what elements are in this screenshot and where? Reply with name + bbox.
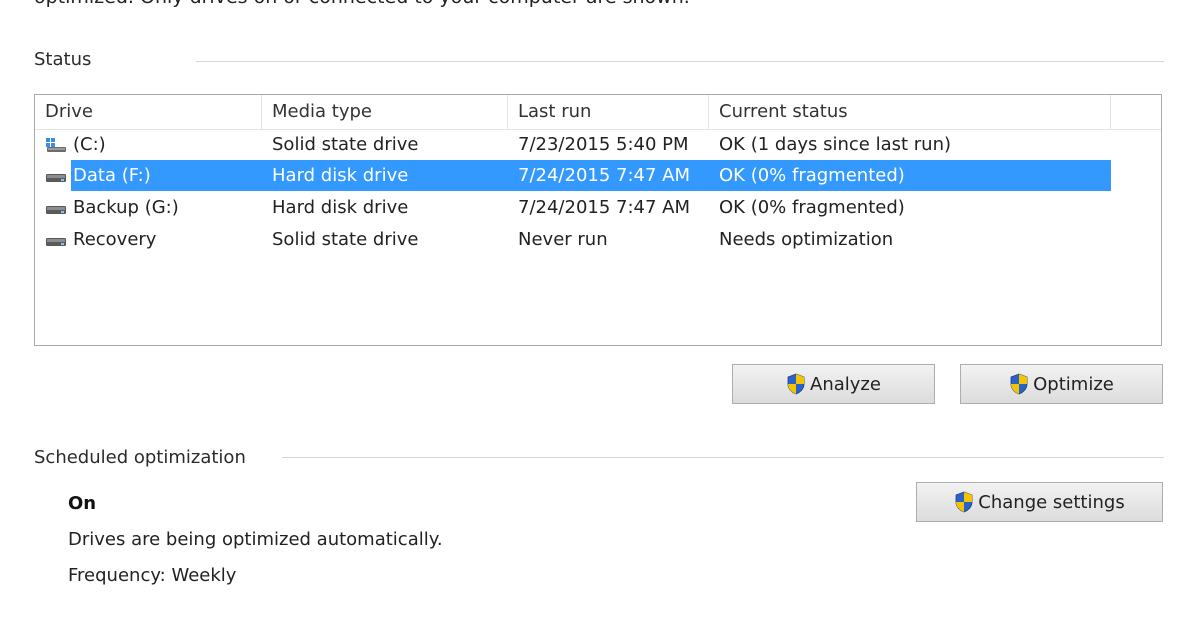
drive-name: Data (F:): [73, 165, 151, 186]
hard-drive-icon: [46, 238, 66, 246]
current-status: OK (1 days since last run): [719, 134, 952, 155]
table-row[interactable]: (C:) Solid state drive 7/23/2015 5:40 PM…: [35, 129, 1111, 160]
column-header-media-type[interactable]: Media type: [262, 95, 508, 129]
analyze-button[interactable]: Analyze: [732, 364, 935, 404]
current-status: OK (0% fragmented): [719, 165, 905, 186]
column-header-drive[interactable]: Drive: [35, 95, 262, 129]
current-status: Needs optimization: [719, 229, 894, 250]
column-header-current-status[interactable]: Current status: [709, 95, 1111, 129]
optimize-button[interactable]: Optimize: [960, 364, 1163, 404]
status-section-divider: [196, 61, 1164, 62]
column-header-last-run[interactable]: Last run: [508, 95, 709, 129]
windows-drive-icon: [46, 138, 66, 152]
last-run: 7/23/2015 5:40 PM: [518, 134, 689, 155]
hard-drive-icon: [46, 206, 66, 214]
media-type: Solid state drive: [272, 229, 419, 250]
analyze-button-label: Analyze: [810, 373, 881, 395]
scheduled-section-divider: [282, 457, 1164, 458]
table-row[interactable]: Recovery Solid state drive Never run Nee…: [35, 224, 1111, 255]
column-header-filler: [1111, 95, 1161, 129]
media-type: Hard disk drive: [272, 165, 409, 186]
table-row[interactable]: Backup (G:) Hard disk drive 7/24/2015 7:…: [35, 192, 1111, 223]
schedule-description: Drives are being optimized automatically…: [68, 529, 443, 550]
last-run: 7/24/2015 7:47 AM: [518, 197, 691, 218]
uac-shield-icon: [1010, 373, 1028, 395]
media-type: Solid state drive: [272, 134, 419, 155]
schedule-state: On: [68, 493, 97, 514]
uac-shield-icon: [787, 373, 805, 395]
uac-shield-icon: [955, 491, 973, 513]
status-section-label: Status: [34, 49, 92, 70]
hard-drive-icon: [46, 174, 66, 182]
table-row[interactable]: Data (F:) Hard disk drive 7/24/2015 7:47…: [35, 160, 1111, 191]
optimize-drives-window: optimized. Only drives on or connected t…: [0, 0, 1196, 628]
drive-name: Recovery: [73, 229, 157, 250]
last-run: 7/24/2015 7:47 AM: [518, 165, 691, 186]
scheduled-section-label: Scheduled optimization: [34, 447, 246, 468]
change-settings-button[interactable]: Change settings: [916, 482, 1163, 522]
intro-text: optimized. Only drives on or connected t…: [34, 0, 690, 8]
change-settings-button-label: Change settings: [978, 491, 1125, 513]
last-run: Never run: [518, 229, 608, 250]
drives-list-header: Drive Media type Last run Current status: [35, 95, 1161, 130]
drive-name: (C:): [73, 134, 106, 155]
drive-name: Backup (G:): [73, 197, 179, 218]
optimize-button-label: Optimize: [1033, 373, 1114, 395]
media-type: Hard disk drive: [272, 197, 409, 218]
drives-list[interactable]: Drive Media type Last run Current status…: [34, 94, 1162, 346]
schedule-frequency: Frequency: Weekly: [68, 565, 237, 586]
current-status: OK (0% fragmented): [719, 197, 905, 218]
